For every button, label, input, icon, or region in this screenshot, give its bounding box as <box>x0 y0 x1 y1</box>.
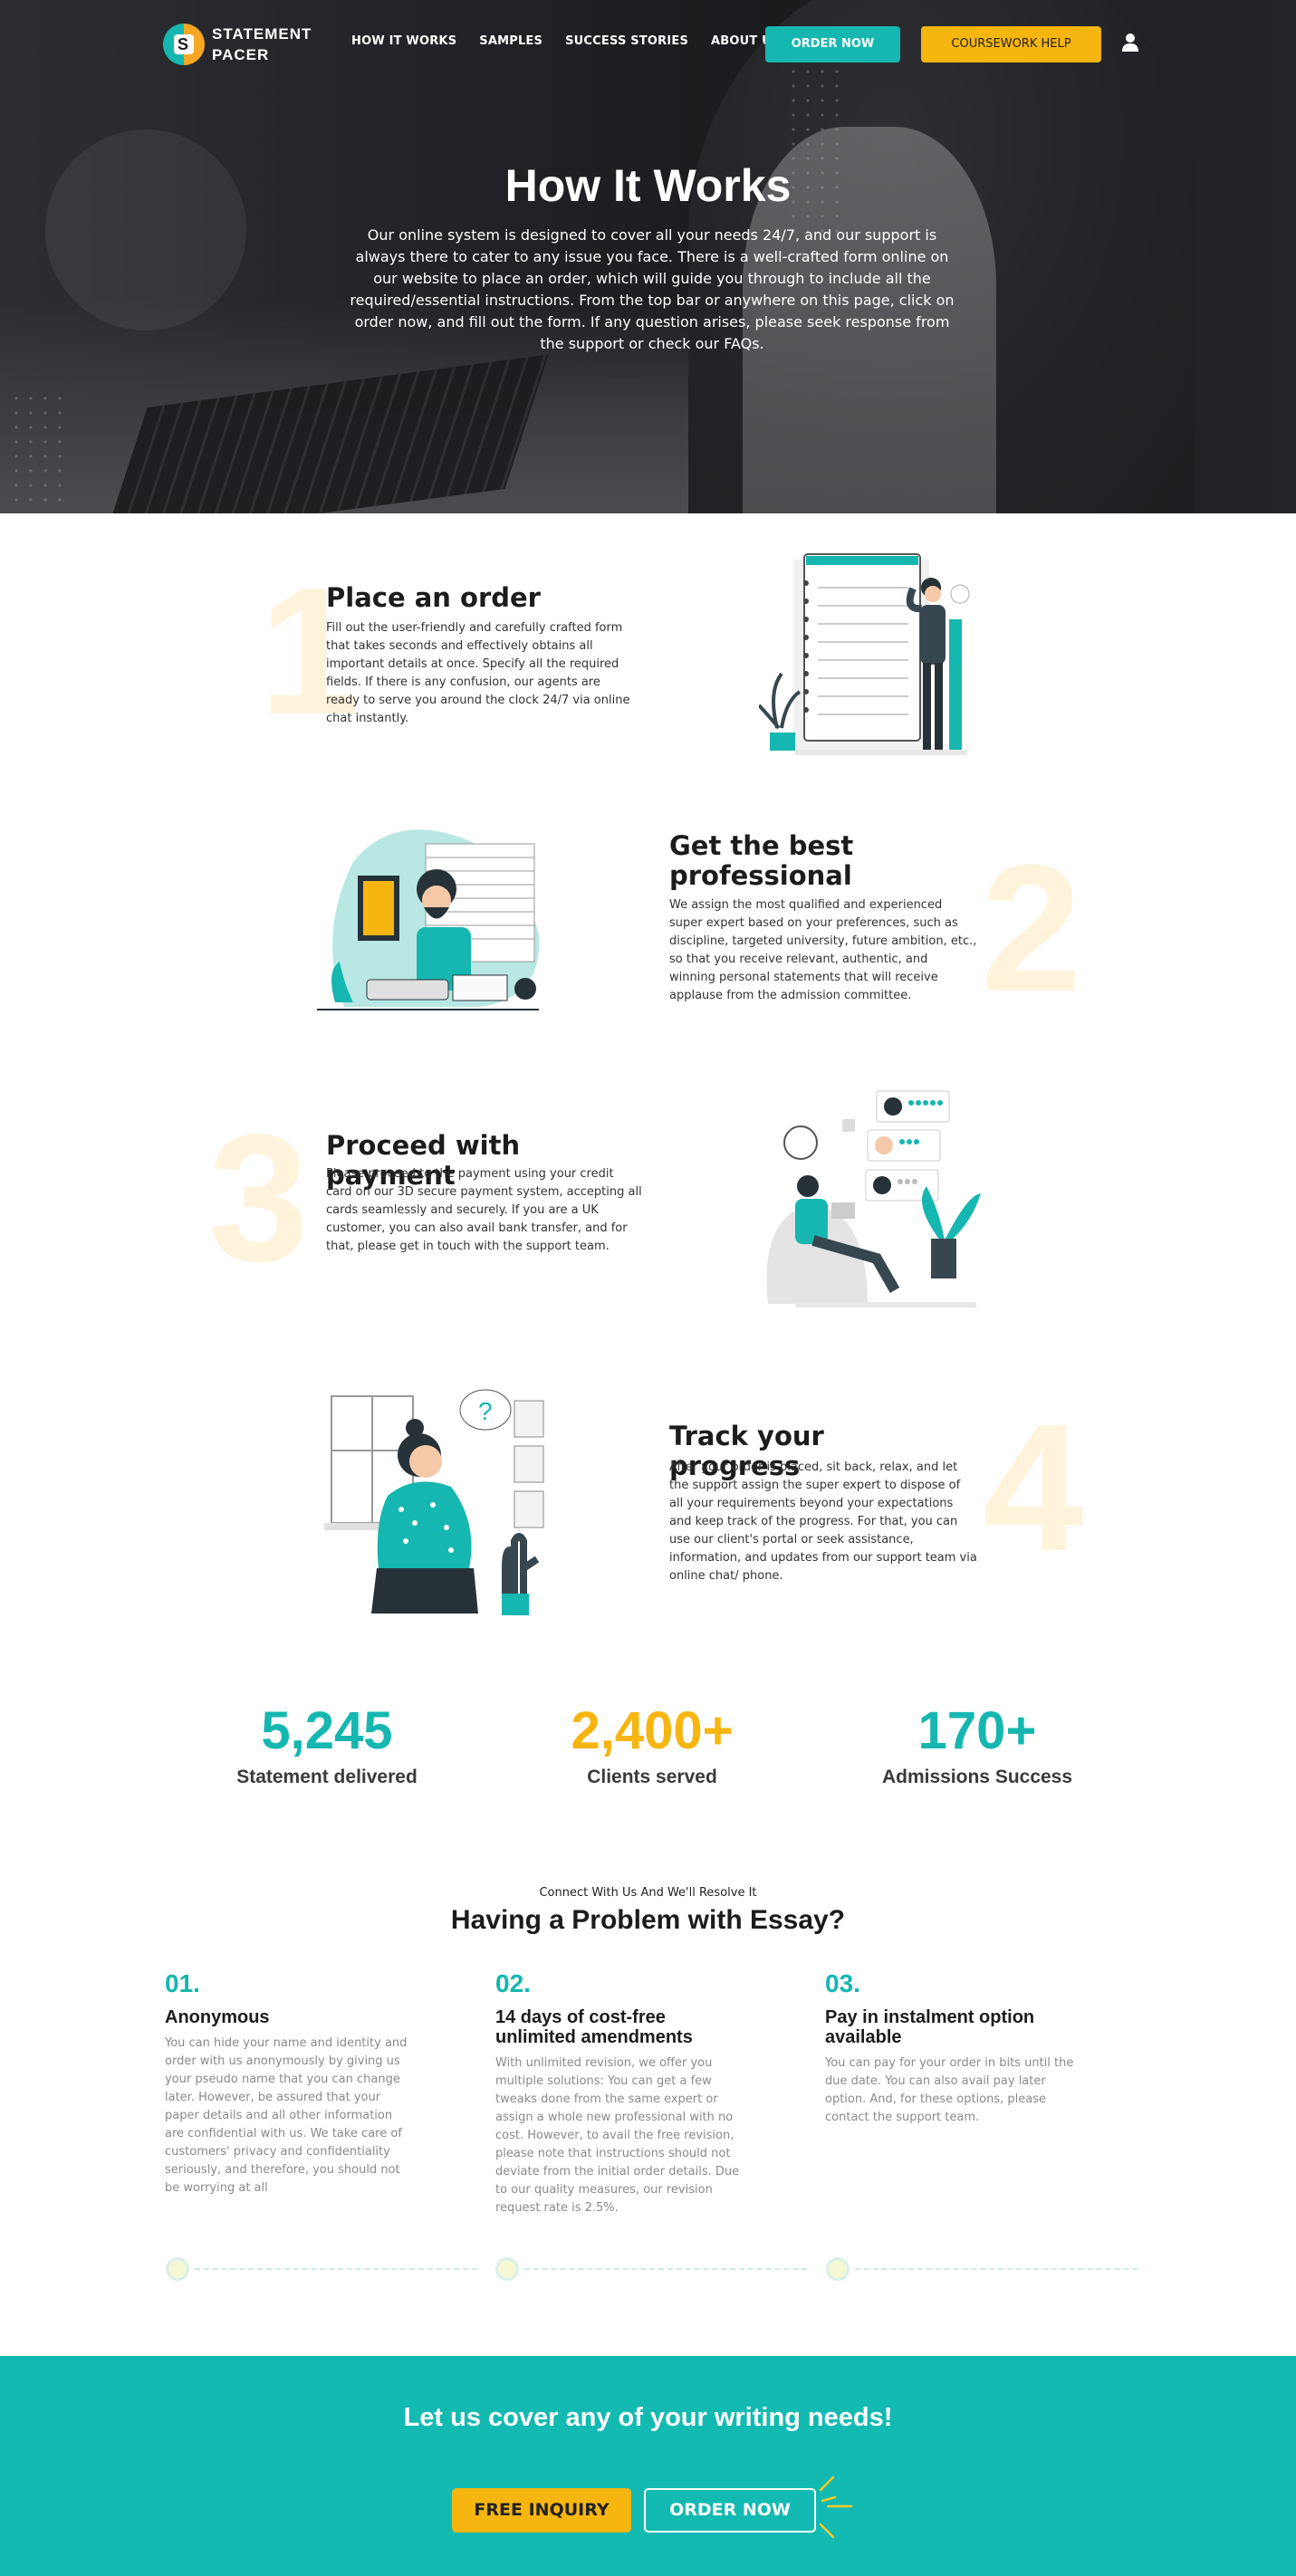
feature-text: With unlimited revision, we offer you mu… <box>495 2056 740 2215</box>
step-text: We assign the most qualified and experie… <box>669 898 977 1002</box>
progress-illustration: ? <box>324 1389 544 1615</box>
nav-links: HOW IT WORKS SAMPLES SUCCESS STORIES ABO… <box>351 34 781 48</box>
stat-value: 170+ <box>917 1701 1037 1760</box>
step-number: 2 <box>981 828 1082 1029</box>
nav-link-samples[interactable]: SAMPLES <box>479 34 542 48</box>
brand-logo[interactable]: S STATEMENT PACER <box>163 24 312 65</box>
user-icon[interactable] <box>1121 33 1139 53</box>
feature-column: 03. Pay in instalment option available Y… <box>825 1969 1074 2127</box>
stat-value: 5,245 <box>261 1701 393 1760</box>
order-now-button[interactable]: ORDER NOW <box>765 26 900 62</box>
sparkle-icon <box>819 2475 853 2539</box>
step-title: Place an order <box>326 582 541 613</box>
nav-link-how-it-works[interactable]: HOW IT WORKS <box>351 34 456 48</box>
professional-illustration <box>317 829 540 1010</box>
logo-icon: S <box>163 24 205 65</box>
section-kicker: Connect With Us And We'll Resolve It <box>539 1886 757 1900</box>
brand-name: STATEMENT PACER <box>212 24 312 65</box>
stat-value: 2,400+ <box>571 1701 734 1760</box>
cta-section: Let us cover any of your writing needs! … <box>0 2356 1296 2576</box>
feature-column: 02. 14 days of cost-free unlimited amend… <box>495 1969 744 2217</box>
feature-title: 14 days of cost-free unlimited amendment… <box>495 2007 693 2047</box>
coursework-help-button[interactable]: COURSEWORK HELP <box>921 26 1101 62</box>
feature-number: 03. <box>825 1969 860 1997</box>
hero-section: S STATEMENT PACER HOW IT WORKS SAMPLES S… <box>0 0 1296 513</box>
step-text: After your order is placed, sit back, re… <box>669 1460 977 1583</box>
nav-link-success-stories[interactable]: SUCCESS STORIES <box>565 34 688 48</box>
step-number: 3 <box>208 1097 310 1299</box>
timeline-line <box>855 2268 1138 2270</box>
top-nav: S STATEMENT PACER HOW IT WORKS SAMPLES S… <box>0 20 1296 71</box>
step-text: Please proceed to the payment using your… <box>326 1167 642 1253</box>
svg-text:?: ? <box>478 1397 493 1425</box>
feature-text: You can hide your name and identity and … <box>165 2036 408 2195</box>
step-title: Get the best professional <box>669 830 854 891</box>
stat-label: Clients served <box>587 1767 717 1787</box>
order-form-illustration <box>759 553 970 755</box>
timeline-line <box>195 2268 477 2270</box>
feature-number: 01. <box>165 1969 200 1997</box>
free-inquiry-button[interactable]: FREE INQUIRY <box>452 2488 631 2533</box>
cta-title: Let us cover any of your writing needs! <box>403 2403 893 2432</box>
stat-statements: 5,245 Statement delivered <box>164 1700 490 1788</box>
stat-label: Statement delivered <box>236 1767 418 1787</box>
page-title: How It Works <box>504 160 792 211</box>
stat-clients: 2,400+ Clients served <box>489 1700 815 1788</box>
stat-label: Admissions Success <box>881 1767 1073 1787</box>
step-text: Fill out the user-friendly and carefully… <box>326 621 630 725</box>
logo-letter: S <box>178 35 189 53</box>
feature-title: Pay in instalment option available <box>825 2007 1035 2047</box>
stat-admissions: 170+ Admissions Success <box>814 1700 1140 1788</box>
brand-name-line1: STATEMENT <box>212 25 312 43</box>
feature-text: You can pay for your order in bits until… <box>825 2056 1074 2124</box>
feature-number: 02. <box>495 1969 531 1997</box>
step-number: 4 <box>983 1387 1084 1589</box>
payment-illustration <box>766 1090 981 1307</box>
feature-column: 01. Anonymous You can hide your name and… <box>165 1969 414 2198</box>
timeline-line <box>524 2268 807 2270</box>
timeline-dot <box>495 2257 519 2281</box>
cta-order-now-button[interactable]: ORDER NOW <box>644 2488 816 2533</box>
feature-title: Anonymous <box>165 2007 270 2027</box>
timeline-dot <box>166 2257 189 2281</box>
brand-name-line2: PACER <box>212 46 270 63</box>
section-title: Having a Problem with Essay? <box>450 1905 846 1935</box>
hero-description: Our online system is designed to cover a… <box>350 226 955 352</box>
timeline-dot <box>826 2257 850 2281</box>
